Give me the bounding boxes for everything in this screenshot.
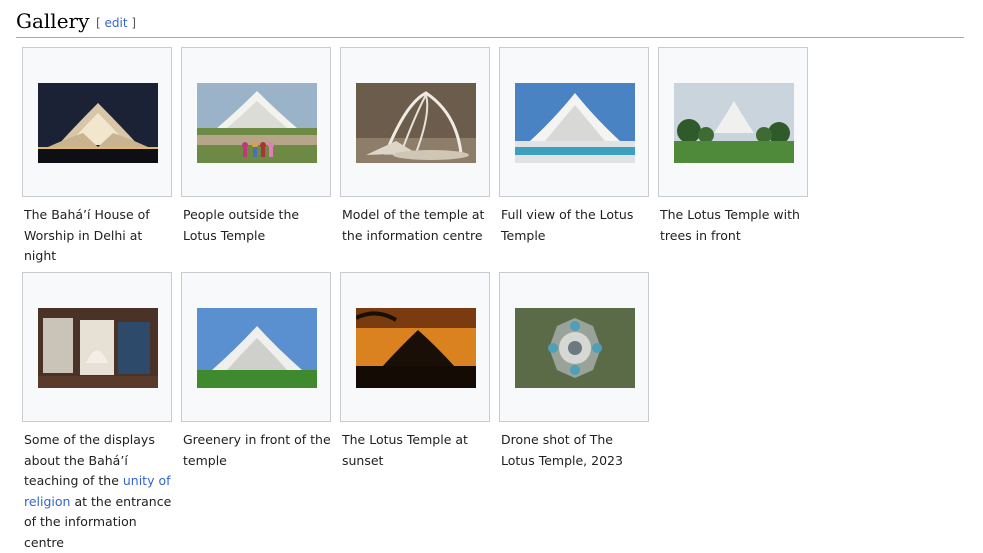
section-title: Gallery bbox=[16, 9, 90, 33]
caption: The Lotus Temple with trees in front bbox=[660, 207, 800, 243]
thumbnail[interactable] bbox=[499, 47, 649, 197]
thumbnail[interactable] bbox=[181, 272, 331, 422]
caption: Model of the temple at the information c… bbox=[342, 207, 485, 243]
gallery-item: Full view of the Lotus Temple bbox=[499, 47, 649, 246]
gallery-item: People outside the Lotus Temple bbox=[181, 47, 331, 246]
temple-sunset-image[interactable] bbox=[356, 308, 476, 388]
lotus-temple-night-image[interactable] bbox=[38, 83, 158, 163]
gallery-item: Model of the temple at the information c… bbox=[340, 47, 490, 246]
temple-model-image[interactable] bbox=[356, 83, 476, 163]
caption: Greenery in front of the temple bbox=[183, 432, 331, 468]
information-centre-displays-image[interactable] bbox=[38, 308, 158, 388]
people-outside-temple-image[interactable] bbox=[197, 83, 317, 163]
gallery-item: The Lotus Temple with trees in front bbox=[658, 47, 808, 246]
thumbnail[interactable] bbox=[499, 272, 649, 422]
edit-section: [ edit ] bbox=[96, 16, 137, 30]
drone-shot-image[interactable] bbox=[515, 308, 635, 388]
gallery-item: Some of the displays about the Bahá’í te… bbox=[22, 272, 172, 553]
temple-with-trees-image[interactable] bbox=[674, 83, 794, 163]
thumbnail[interactable] bbox=[658, 47, 808, 197]
gallery-item: The Lotus Temple at sunset bbox=[340, 272, 490, 471]
caption: The Lotus Temple at sunset bbox=[342, 432, 468, 468]
thumbnail[interactable] bbox=[22, 272, 172, 422]
caption: Full view of the Lotus Temple bbox=[501, 207, 634, 243]
caption: People outside the Lotus Temple bbox=[183, 207, 300, 243]
caption: Drone shot of The Lotus Temple, 2023 bbox=[501, 432, 623, 468]
full-view-temple-image[interactable] bbox=[515, 83, 635, 163]
thumbnail[interactable] bbox=[22, 47, 172, 197]
thumbnail[interactable] bbox=[181, 47, 331, 197]
edit-link[interactable]: edit bbox=[105, 16, 128, 30]
caption: The Bahá’í House of Worship in Delhi at … bbox=[24, 207, 150, 263]
thumbnail[interactable] bbox=[340, 47, 490, 197]
gallery-item: The Bahá’í House of Worship in Delhi at … bbox=[22, 47, 172, 267]
greenery-temple-image[interactable] bbox=[197, 308, 317, 388]
gallery-heading: Gallery [ edit ] bbox=[16, 6, 964, 38]
caption: Some of the displays about the Bahá’í te… bbox=[24, 432, 172, 550]
gallery-item: Drone shot of The Lotus Temple, 2023 bbox=[499, 272, 649, 471]
gallery-item: Greenery in front of the temple bbox=[181, 272, 331, 471]
thumbnail[interactable] bbox=[340, 272, 490, 422]
